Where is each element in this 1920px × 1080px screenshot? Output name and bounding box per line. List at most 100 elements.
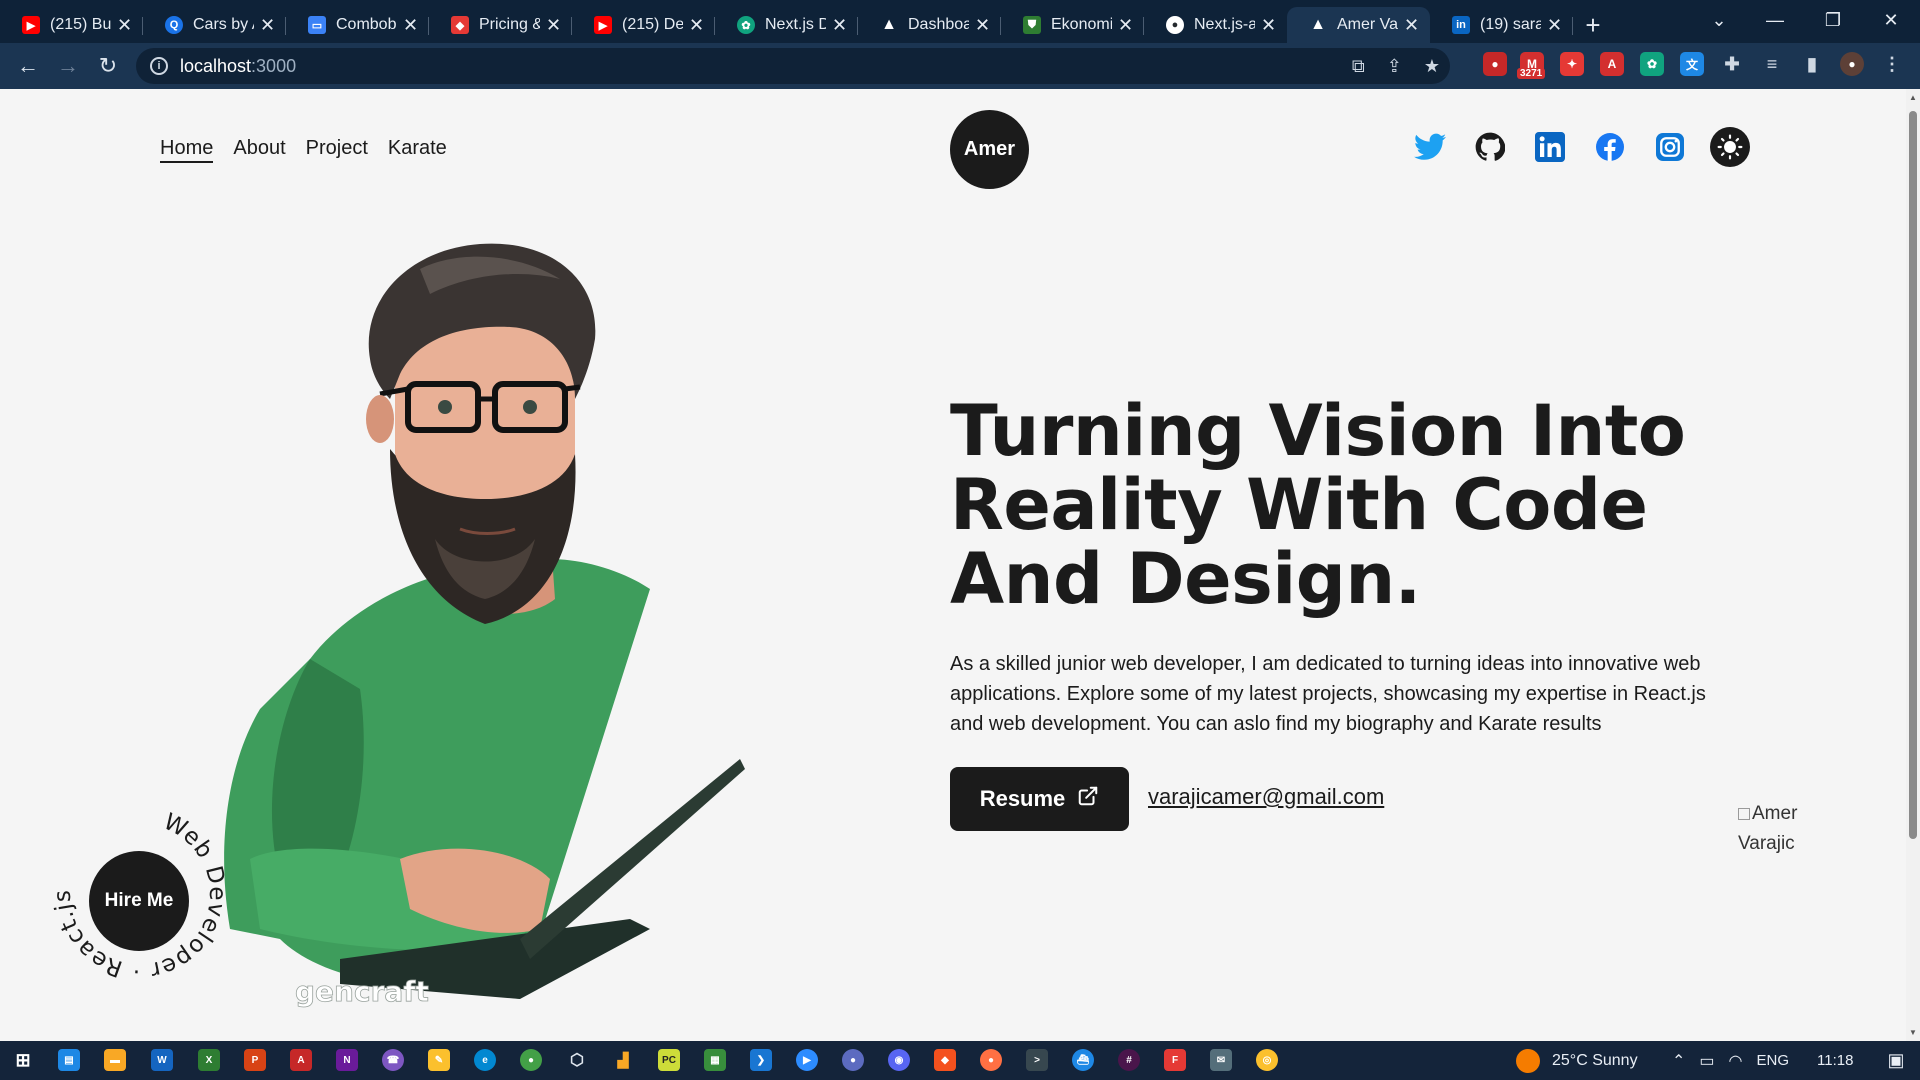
browser-tab[interactable]: ▲ Dashboar ✕	[858, 7, 1001, 43]
reload-icon[interactable]: ↻	[88, 46, 128, 86]
close-icon[interactable]: ✕	[1261, 15, 1277, 36]
site-info-icon[interactable]: i	[150, 57, 168, 75]
share-icon[interactable]: ⇪	[1387, 56, 1402, 77]
cube-app-icon[interactable]: ⬡	[566, 1049, 588, 1071]
vscode-icon[interactable]: ❯	[750, 1049, 772, 1071]
nav-link-home[interactable]: Home	[160, 137, 214, 163]
close-icon[interactable]: ✕	[689, 15, 705, 36]
translate-extension-icon[interactable]: 文	[1680, 52, 1704, 76]
powerpoint-icon[interactable]: P	[244, 1049, 266, 1071]
browser-tab[interactable]: ● Next.js-ar ✕	[1144, 7, 1287, 43]
resume-button[interactable]: Resume	[950, 767, 1129, 831]
minimize-button[interactable]: —	[1746, 0, 1804, 40]
browser-tab[interactable]: in (19) saraj ✕	[1430, 7, 1573, 43]
side-panel-icon[interactable]: ▮	[1800, 52, 1824, 76]
back-arrow-icon[interactable]: ←	[8, 46, 48, 86]
chrome-icon[interactable]: ◎	[1256, 1049, 1278, 1071]
extensions-puzzle-icon[interactable]: ✚	[1720, 52, 1744, 76]
github-icon[interactable]	[1470, 127, 1510, 167]
forward-arrow-icon[interactable]: →	[48, 46, 88, 86]
page-scrollbar[interactable]: ▲ ▼	[1906, 89, 1920, 1041]
browser-tab[interactable]: ▶ (215) Dep ✕	[572, 7, 715, 43]
sticky-notes-icon[interactable]: ✎	[428, 1049, 450, 1071]
close-icon[interactable]: ✕	[832, 15, 848, 36]
linkedin-icon[interactable]	[1530, 127, 1570, 167]
email-link[interactable]: varajicamer@gmail.com	[1148, 784, 1384, 810]
notification-center-icon[interactable]: ▣	[1887, 1050, 1904, 1071]
terminal-icon[interactable]: >	[1026, 1049, 1048, 1071]
chatgpt-extension-icon[interactable]: ✿	[1640, 52, 1664, 76]
close-icon[interactable]: ✕	[260, 15, 276, 36]
window-close-button[interactable]: ✕	[1862, 0, 1920, 40]
file-explorer-icon[interactable]: ▬	[104, 1049, 126, 1071]
restore-button[interactable]: ❐	[1804, 0, 1862, 40]
docker-icon[interactable]: ⛴	[1072, 1049, 1094, 1071]
slack-icon[interactable]: #	[1118, 1049, 1140, 1071]
wifi-icon[interactable]: ◠	[1729, 1051, 1743, 1071]
access-icon[interactable]: A	[290, 1049, 312, 1071]
hire-me-button[interactable]: Hire Me	[89, 851, 189, 951]
nav-link-project[interactable]: Project	[306, 137, 368, 163]
address-bar[interactable]: i localhost:3000 ⧉ ⇪ ★	[136, 48, 1450, 84]
clock-time[interactable]: 11:18	[1817, 1052, 1853, 1069]
close-icon[interactable]: ✕	[1118, 15, 1134, 36]
system-tray: ⌃ ▭ ◠ ENG 11:18 ▣	[1672, 1041, 1904, 1080]
edge-icon[interactable]: e	[474, 1049, 496, 1071]
nav-link-about[interactable]: About	[233, 137, 285, 163]
browser-app-icon[interactable]: ●	[520, 1049, 542, 1071]
url-port: :3000	[251, 55, 297, 76]
word-icon[interactable]: W	[151, 1049, 173, 1071]
new-tab-button[interactable]: +	[1573, 7, 1613, 43]
close-icon[interactable]: ✕	[975, 15, 991, 36]
windows-start-icon[interactable]: ⊞	[12, 1049, 34, 1071]
battery-icon[interactable]: ▭	[1699, 1051, 1714, 1071]
reading-list-icon[interactable]: ≡	[1760, 52, 1784, 76]
viber-icon[interactable]: ☎	[382, 1049, 404, 1071]
discord-icon[interactable]: ◉	[888, 1049, 910, 1071]
sheets-icon[interactable]: ▦	[704, 1049, 726, 1071]
analytics-icon[interactable]: ▟	[612, 1049, 634, 1071]
site-logo[interactable]: Amer	[950, 110, 1029, 189]
twitter-icon[interactable]	[1410, 127, 1450, 167]
tab-search-chevron-icon[interactable]: ⌄	[1690, 0, 1748, 40]
close-icon[interactable]: ✕	[1547, 15, 1563, 36]
browser-tab[interactable]: Q Cars by A ✕	[143, 7, 286, 43]
facebook-icon[interactable]	[1590, 127, 1630, 167]
onenote-icon[interactable]: N	[336, 1049, 358, 1071]
nav-link-karate[interactable]: Karate	[388, 137, 447, 163]
pycharm-icon[interactable]: PC	[658, 1049, 680, 1071]
extension-record-icon[interactable]: ●	[1483, 52, 1507, 76]
language-indicator[interactable]: ENG	[1757, 1052, 1790, 1069]
close-icon[interactable]: ✕	[1404, 15, 1420, 36]
weather-widget[interactable]: 25°C Sunny	[1516, 1041, 1638, 1080]
figma-icon[interactable]: F	[1164, 1049, 1186, 1071]
open-in-app-icon[interactable]: ⧉	[1352, 56, 1365, 77]
browser-tab[interactable]: ▶ (215) Buil ✕	[0, 7, 143, 43]
close-icon[interactable]: ✕	[403, 15, 419, 36]
git-icon[interactable]: ◆	[934, 1049, 956, 1071]
profile-avatar[interactable]: ●	[1840, 52, 1864, 76]
taskbar-app-icon[interactable]: ▤	[58, 1049, 80, 1071]
browser-tab-active[interactable]: ▲ Amer Var ✕	[1287, 7, 1430, 43]
browser-tab[interactable]: ◆ Pricing & ✕	[429, 7, 572, 43]
mail-app-icon[interactable]: ✉	[1210, 1049, 1232, 1071]
scroll-up-arrow-icon[interactable]: ▲	[1908, 93, 1918, 102]
scrollbar-thumb[interactable]	[1909, 111, 1917, 839]
instagram-icon[interactable]	[1650, 127, 1690, 167]
close-icon[interactable]: ✕	[117, 15, 133, 36]
excel-icon[interactable]: X	[198, 1049, 220, 1071]
browser-menu-icon[interactable]: ⋮	[1880, 52, 1904, 76]
browser-tab[interactable]: ▭ Combobc ✕	[286, 7, 429, 43]
close-icon[interactable]: ✕	[546, 15, 562, 36]
theme-toggle-sun-icon[interactable]	[1710, 127, 1750, 167]
extension-puzzle-red-icon[interactable]: ✦	[1560, 52, 1584, 76]
tray-expand-chevron-icon[interactable]: ⌃	[1672, 1051, 1685, 1071]
browser-tab[interactable]: ✿ Next.js Do ✕	[715, 7, 858, 43]
browser-tab[interactable]: ⛊ Ekonomij ✕	[1001, 7, 1144, 43]
firefox-icon[interactable]: ●	[980, 1049, 1002, 1071]
bookmark-star-icon[interactable]: ★	[1424, 56, 1440, 77]
pdf-extension-icon[interactable]: A	[1600, 52, 1624, 76]
scroll-down-arrow-icon[interactable]: ▼	[1908, 1028, 1918, 1037]
github-desktop-icon[interactable]: ●	[842, 1049, 864, 1071]
zoom-icon[interactable]: ▶	[796, 1049, 818, 1071]
